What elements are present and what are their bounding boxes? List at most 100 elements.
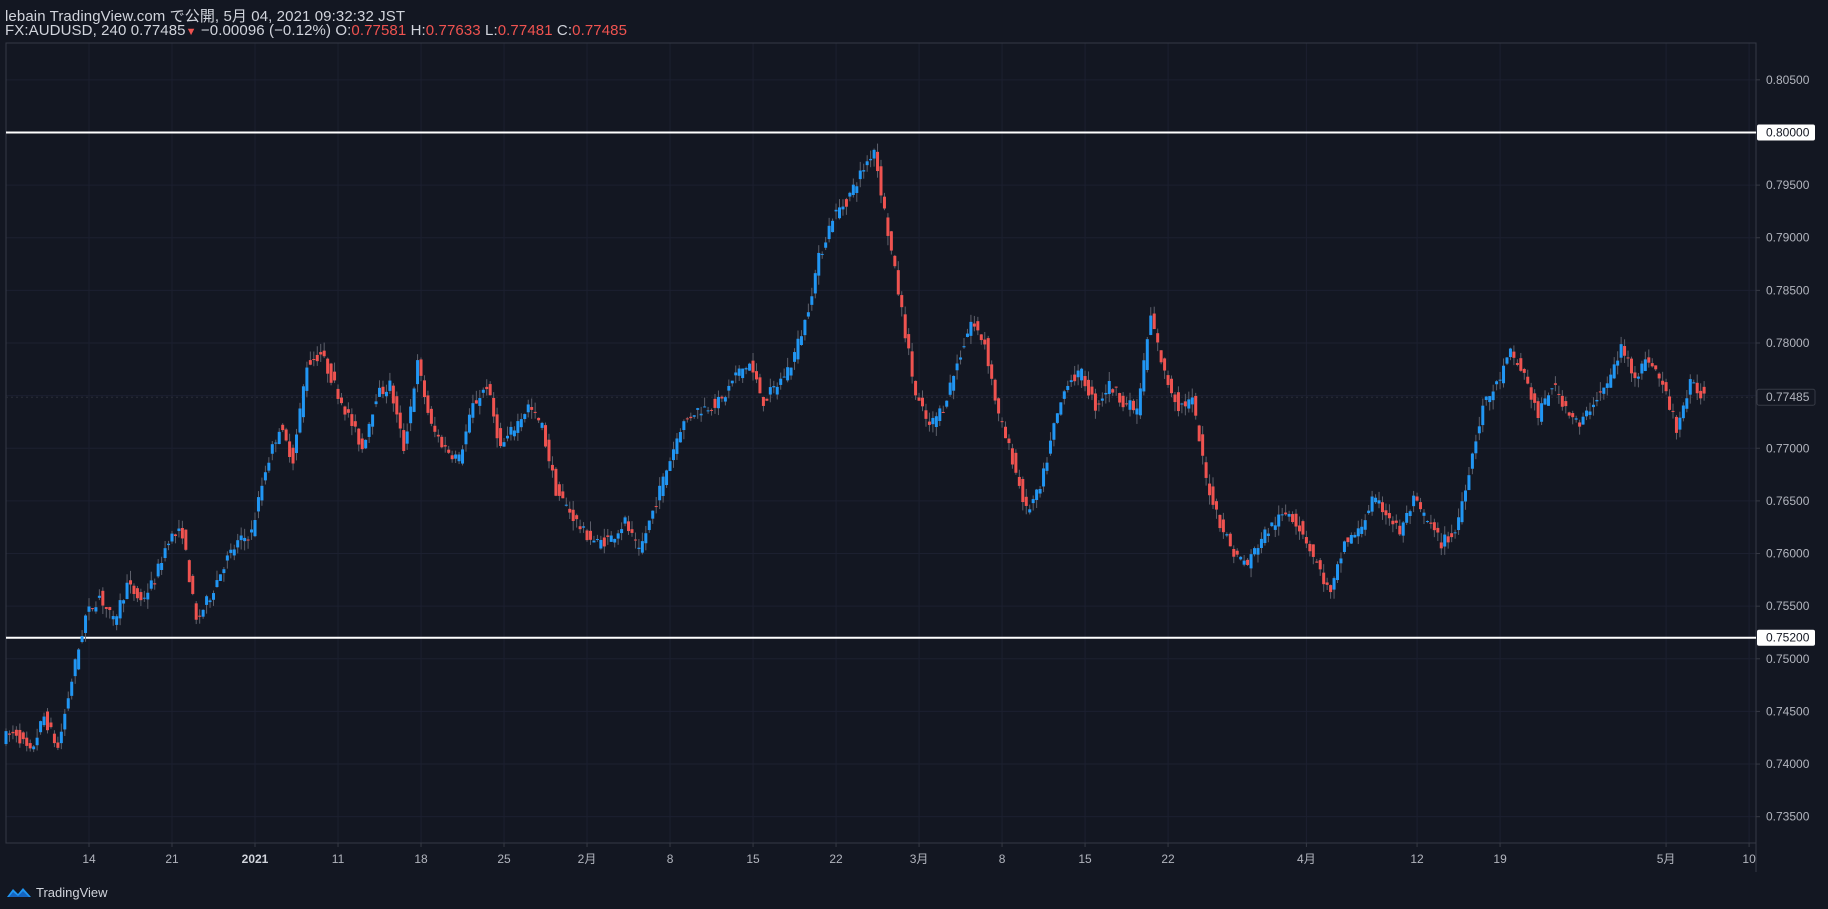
- candle-body: [1356, 528, 1360, 537]
- candle-body: [90, 608, 94, 610]
- candle-body: [305, 367, 309, 391]
- candle-body: [1021, 479, 1025, 503]
- candle-body: [692, 415, 696, 417]
- candle-body: [1643, 359, 1647, 371]
- candle-body: [416, 360, 420, 385]
- candle-body: [364, 439, 368, 449]
- candle-body: [481, 389, 485, 393]
- candle-body: [457, 454, 461, 462]
- candle-body: [42, 716, 46, 726]
- candle-body: [575, 515, 579, 520]
- candle-body: [751, 360, 755, 373]
- price-tick-label: 0.78500: [1766, 283, 1810, 297]
- candle-body: [1145, 339, 1149, 370]
- candle-body: [405, 431, 409, 444]
- candle-body: [1508, 348, 1512, 358]
- candle-body: [118, 600, 122, 619]
- candle-body: [1294, 513, 1298, 527]
- candle-body: [28, 743, 32, 749]
- candle-body: [834, 209, 838, 212]
- candle-body: [633, 539, 637, 541]
- candle-body: [1408, 511, 1412, 517]
- candle-body: [336, 388, 340, 399]
- candle-body: [125, 582, 129, 599]
- candle-body: [727, 385, 731, 391]
- candle-body: [1263, 529, 1267, 544]
- candle-body: [917, 397, 921, 401]
- candle-body: [716, 396, 720, 409]
- candle-body: [1183, 401, 1187, 407]
- candle-body: [201, 609, 205, 617]
- candle-body: [927, 421, 931, 425]
- candle-body: [333, 371, 337, 381]
- candle-body: [730, 380, 734, 384]
- candle-body: [741, 368, 745, 379]
- candle-body: [620, 529, 624, 534]
- candle-body: [236, 540, 240, 548]
- candle-body: [101, 590, 105, 606]
- candle-body: [1515, 363, 1519, 365]
- candle-body: [1605, 383, 1609, 388]
- candle-body: [1470, 453, 1474, 469]
- candle-body: [84, 615, 88, 634]
- candle-body: [295, 434, 299, 454]
- candle-body: [1100, 398, 1104, 401]
- candle-body: [1460, 501, 1464, 523]
- candle-body: [1249, 554, 1253, 569]
- candle-body: [1090, 386, 1094, 395]
- candle-body: [609, 535, 613, 542]
- candle-body: [969, 321, 973, 336]
- candle-body: [339, 397, 343, 404]
- candle-body: [1024, 496, 1028, 506]
- candle-body: [1519, 358, 1523, 371]
- candle-body: [1093, 393, 1097, 411]
- candle-body: [11, 731, 15, 734]
- candle-body: [429, 408, 433, 424]
- candle-body: [1301, 521, 1305, 535]
- candle-body: [526, 404, 530, 413]
- candle-body: [571, 509, 575, 522]
- candle-body: [77, 649, 81, 670]
- candle-body: [934, 416, 938, 428]
- candle-body: [931, 417, 935, 425]
- time-axis[interactable]: 14 21 2021 11 18 25 2月 8 15 22 3月 8 15 22 4月 12 19 5月 10: [82, 843, 1756, 866]
- level-price-tag-label: 0.75200: [1766, 631, 1810, 645]
- tradingview-branding[interactable]: TradingView: [6, 882, 108, 902]
- candle-body: [1339, 558, 1343, 564]
- candle-body: [246, 539, 250, 541]
- candle-body: [938, 408, 942, 422]
- candle-body: [1671, 410, 1675, 412]
- candle-body: [1685, 398, 1689, 409]
- candle-body: [263, 472, 267, 481]
- candle-body: [945, 400, 949, 407]
- candle-body: [1450, 533, 1454, 538]
- candle-body: [1315, 561, 1319, 563]
- candle-body: [1481, 405, 1485, 426]
- candle-body: [554, 468, 558, 496]
- candle-body: [1083, 376, 1087, 387]
- candle-body: [813, 273, 817, 294]
- candle-body: [180, 527, 184, 539]
- candle-body: [312, 359, 316, 361]
- candle-body: [32, 746, 36, 750]
- candle-body: [675, 438, 679, 454]
- candle-body: [94, 607, 98, 612]
- candle-body: [1443, 534, 1447, 547]
- candle-body: [139, 592, 143, 601]
- candle-body: [1253, 548, 1257, 555]
- price-tick-label: 0.78000: [1766, 336, 1810, 350]
- candle-body: [49, 722, 53, 728]
- candle-body: [831, 220, 835, 233]
- time-tick-label: 2月: [578, 852, 597, 866]
- candle-body: [436, 434, 440, 437]
- candle-body: [651, 510, 655, 519]
- candle-body: [70, 681, 74, 696]
- candle-body: [1612, 364, 1616, 379]
- price-axis[interactable]: 0.73500 0.74000 0.74500 0.75000 0.75500 0.760…: [1756, 73, 1810, 824]
- candle-body: [893, 255, 897, 267]
- price-chart[interactable]: 0.73500 0.74000 0.74500 0.75000 0.75500 0.760…: [0, 0, 1828, 909]
- candle-body: [924, 410, 928, 419]
- candle-body: [422, 380, 426, 398]
- candle-body: [46, 711, 50, 731]
- candle-body: [1218, 514, 1222, 529]
